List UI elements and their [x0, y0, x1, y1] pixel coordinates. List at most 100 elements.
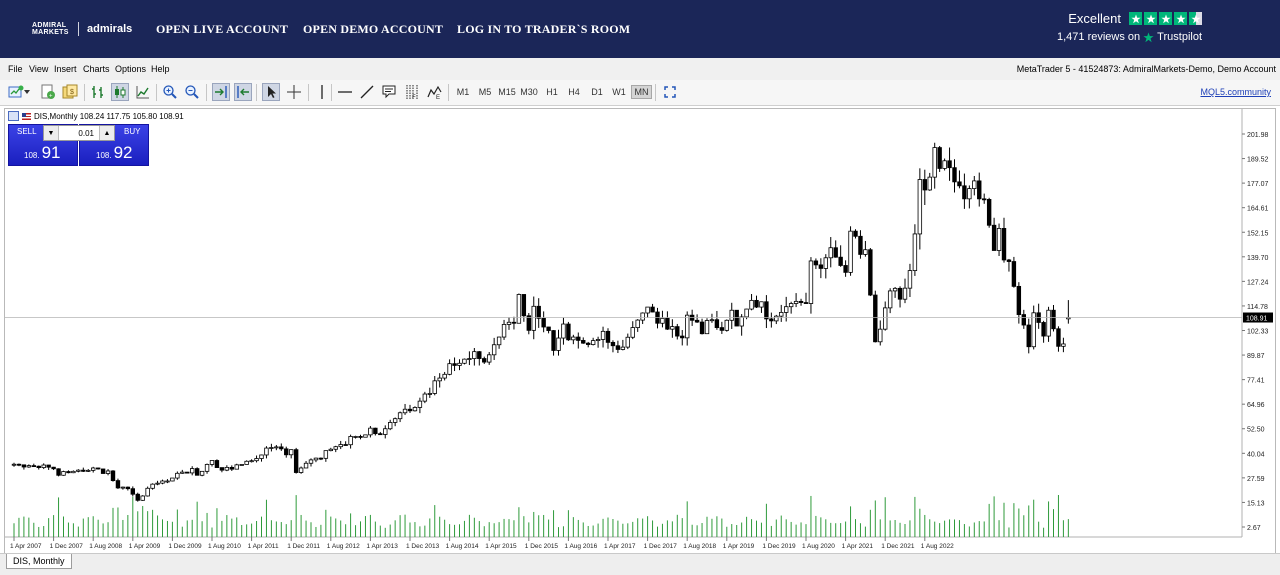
timeframe-m30[interactable]: M30: [520, 85, 538, 99]
text-label-icon[interactable]: [380, 83, 398, 101]
candle-body: [259, 454, 264, 459]
timeframe-w1[interactable]: W1: [612, 85, 626, 99]
candle-body: [412, 407, 418, 412]
candle-body: [853, 230, 858, 237]
lot-increase-icon[interactable]: ▲: [99, 126, 114, 140]
fibonacci-icon[interactable]: F: [403, 83, 421, 101]
candle-body: [180, 471, 185, 474]
candle-body: [303, 462, 309, 469]
elliott-wave-icon[interactable]: E: [426, 83, 444, 101]
lot-decrease-icon[interactable]: ▼: [44, 126, 59, 140]
brand-logo[interactable]: ADMIRAL MARKETS admirals: [32, 22, 132, 36]
timeframe-h4[interactable]: H4: [567, 85, 581, 99]
candle-body: [590, 340, 596, 345]
chart-window[interactable]: 201.98 189.52 177.07 164.61 152.15 139.70 127.…: [4, 108, 1276, 555]
y-tick-label: 2.67: [1247, 525, 1261, 532]
candle-body: [873, 294, 878, 343]
strategy-tester-icon[interactable]: $: [61, 83, 79, 101]
candle-body: [442, 373, 447, 379]
brand-mark-line2: MARKETS: [32, 29, 69, 36]
candle-body: [749, 299, 754, 310]
candle-body: [878, 328, 883, 343]
chart-tab-dis-monthly[interactable]: DIS, Monthly: [6, 554, 72, 569]
candle-body: [185, 471, 190, 474]
autoscroll-icon[interactable]: [234, 83, 252, 101]
star-icon: [1144, 12, 1157, 25]
candle-body: [86, 469, 91, 472]
x-tick-label: 1 Aug 2010: [208, 543, 241, 550]
account-info: MetaTrader 5 - 41524873: AdmiralMarkets-…: [1016, 64, 1276, 74]
candle-body: [724, 319, 729, 331]
zoom-in-icon[interactable]: [161, 83, 179, 101]
trendline-icon[interactable]: [358, 83, 376, 101]
candle-body: [402, 408, 408, 414]
mql5-community-link[interactable]: MQL5.community: [1200, 87, 1271, 97]
candle-body: [605, 330, 611, 343]
candle-body: [427, 393, 432, 395]
candlestick-chart-icon[interactable]: [111, 83, 129, 101]
y-tick-label: 27.59: [1247, 476, 1265, 483]
x-tick-label: 1 Apr 2013: [366, 543, 398, 550]
crosshair-icon[interactable]: [285, 83, 303, 101]
menu-charts[interactable]: Charts: [83, 64, 110, 74]
candle-body: [288, 449, 294, 456]
x-tick-label: 1 Dec 2013: [406, 543, 440, 550]
candle-body: [902, 287, 908, 300]
candle-body: [239, 464, 244, 466]
candle-body: [264, 447, 269, 456]
menu-file[interactable]: File: [8, 64, 23, 74]
candle-body: [863, 249, 868, 255]
candle-body: [140, 495, 145, 501]
chart-window-icon: [8, 111, 19, 121]
new-order-icon[interactable]: +: [39, 83, 57, 101]
menu-insert[interactable]: Insert: [54, 64, 77, 74]
candle-body: [685, 314, 690, 339]
x-tick-label: 1 Aug 2012: [327, 543, 360, 550]
candle-body: [922, 179, 927, 191]
menu-options[interactable]: Options: [115, 64, 146, 74]
chart-shift-icon[interactable]: [212, 83, 230, 101]
bar-chart-icon[interactable]: [89, 83, 107, 101]
candle-body: [541, 317, 546, 328]
timeframe-d1[interactable]: D1: [590, 85, 604, 99]
menu-view[interactable]: View: [29, 64, 48, 74]
price-chart[interactable]: 201.98 189.52 177.07 164.61 152.15 139.70 127.…: [5, 109, 1275, 554]
lot-size-input[interactable]: ▼ 0.01 ▲: [43, 125, 115, 141]
cursor-icon[interactable]: [262, 83, 280, 101]
trustpilot-widget[interactable]: Excellent 1,471 reviews on Trustpilot: [1057, 11, 1202, 43]
candle-body: [793, 300, 799, 304]
fullscreen-icon[interactable]: [661, 83, 679, 101]
open-demo-account-link[interactable]: OPEN DEMO ACCOUNT: [303, 22, 443, 37]
login-traders-room-link[interactable]: LOG IN TO TRADER`S ROOM: [457, 22, 630, 37]
candle-body: [51, 466, 56, 470]
timeframe-h1[interactable]: H1: [545, 85, 559, 99]
y-tick-label: 89.87: [1247, 353, 1265, 360]
candle-body: [764, 301, 769, 320]
candle-body: [11, 463, 17, 466]
candle-body: [526, 315, 531, 331]
horizontal-line-icon[interactable]: [336, 83, 354, 101]
timeframe-mn[interactable]: MN: [631, 85, 652, 99]
line-chart-icon[interactable]: [134, 83, 152, 101]
candle-body: [640, 312, 645, 321]
candle-body: [472, 351, 477, 359]
candle-body: [333, 446, 338, 450]
candle-body: [887, 290, 893, 309]
timeframe-m15[interactable]: M15: [498, 85, 516, 99]
candle-body: [937, 147, 942, 169]
candle-body: [368, 427, 373, 436]
menu-help[interactable]: Help: [151, 64, 170, 74]
candle-body: [353, 436, 358, 438]
candle-body: [991, 224, 997, 251]
timeframe-m5[interactable]: M5: [478, 85, 492, 99]
open-live-account-link[interactable]: OPEN LIVE ACCOUNT: [156, 22, 288, 37]
candle-body: [551, 330, 556, 351]
sell-price-big: 91: [41, 143, 61, 162]
zoom-out-icon[interactable]: [183, 83, 201, 101]
vertical-line-icon[interactable]: [313, 83, 331, 101]
timeframe-m1[interactable]: M1: [456, 85, 470, 99]
candle-body: [392, 418, 398, 423]
candle-body: [363, 434, 368, 438]
sell-price-small: 108.: [24, 151, 40, 160]
dropdown-arrow-icon[interactable]: [22, 83, 32, 101]
